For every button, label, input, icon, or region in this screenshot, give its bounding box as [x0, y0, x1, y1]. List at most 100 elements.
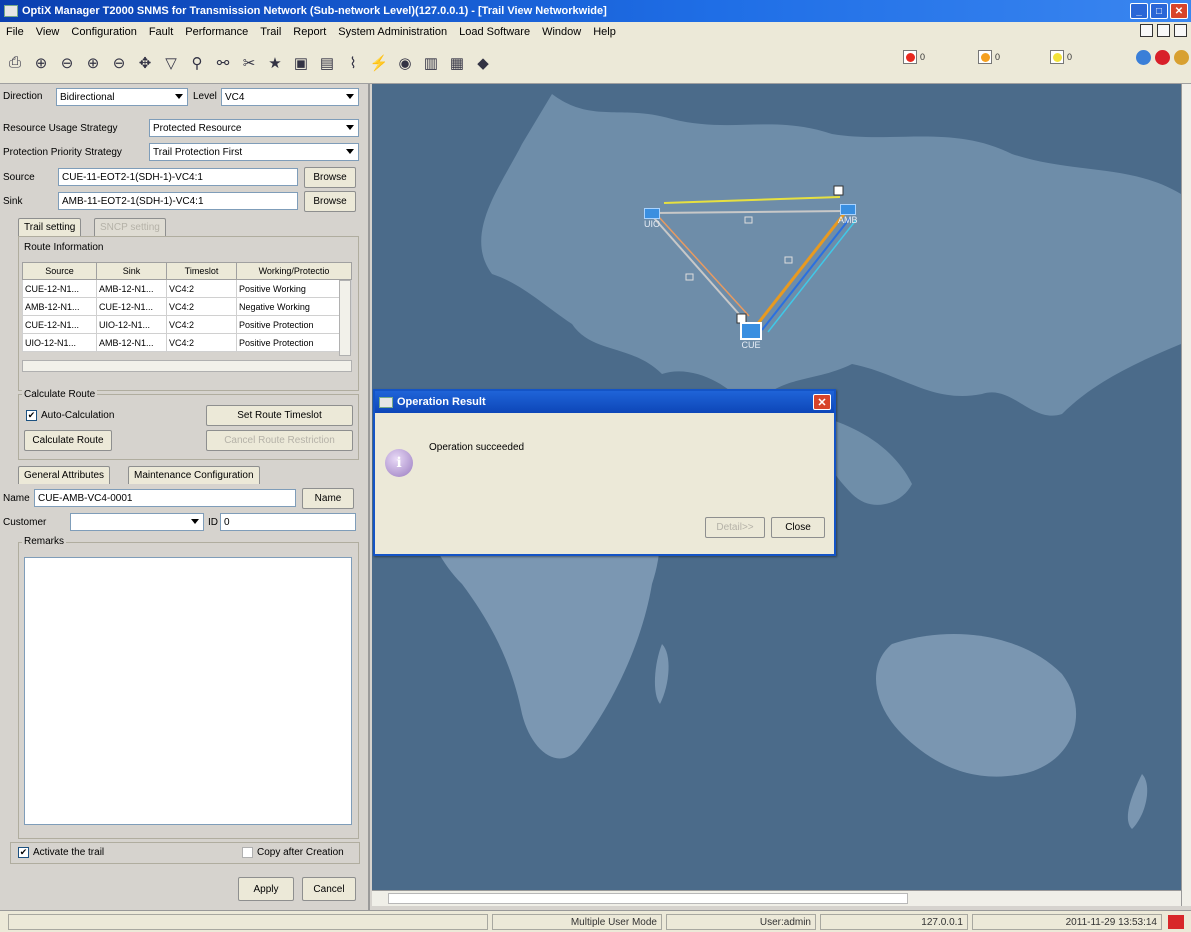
major-alarm-indicator[interactable]: 0	[978, 50, 1000, 64]
find-icon[interactable]: ⚲	[186, 52, 208, 74]
tile-child-icon[interactable]	[1157, 24, 1170, 37]
pan-icon[interactable]: ✥	[134, 52, 156, 74]
col-sink[interactable]: Sink	[96, 262, 167, 280]
sink-label: Sink	[3, 196, 23, 207]
table-row[interactable]: UIO-12-N1... AMB-12-N1... VC4:2 Positive…	[22, 333, 352, 352]
trail-name-field[interactable]: CUE-AMB-VC4-0001	[34, 489, 296, 507]
dialog-close-icon[interactable]: ✕	[813, 394, 831, 410]
help-icon[interactable]	[1136, 50, 1151, 65]
restore-child-icon[interactable]	[1140, 24, 1153, 37]
menu-help[interactable]: Help	[593, 26, 616, 38]
source-field[interactable]: CUE-11-EOT2-1(SDH-1)-VC4:1	[58, 168, 298, 186]
source-browse-button[interactable]: Browse	[304, 167, 356, 188]
stop-icon[interactable]	[1155, 50, 1170, 65]
sink-field[interactable]: AMB-11-EOT2-1(SDH-1)-VC4:1	[58, 192, 298, 210]
cell-working-protection: Positive Protection	[236, 333, 352, 352]
lock-icon[interactable]	[1174, 50, 1189, 65]
trail-icon[interactable]: ⚡	[368, 52, 390, 74]
tab-general-attributes[interactable]: General Attributes	[18, 466, 111, 484]
print-icon[interactable]: ⎙	[4, 52, 26, 74]
menu-report[interactable]: Report	[293, 26, 326, 38]
check-icon: ✔	[26, 410, 37, 421]
source-label: Source	[3, 172, 35, 183]
table-row[interactable]: CUE-12-N1... AMB-12-N1... VC4:2 Positive…	[22, 279, 352, 298]
fiber-icon[interactable]: ⌇	[342, 52, 364, 74]
menu-configuration[interactable]: Configuration	[71, 26, 136, 38]
minor-alarm-indicator[interactable]: 0	[1050, 50, 1072, 64]
route-table: Source Sink Timeslot Working/Protectio C…	[22, 262, 352, 352]
menu-performance[interactable]: Performance	[185, 26, 248, 38]
name-button[interactable]: Name	[302, 488, 354, 509]
menu-fault[interactable]: Fault	[149, 26, 173, 38]
performance-icon[interactable]: ▥	[420, 52, 442, 74]
route-table-hscrollbar[interactable]	[22, 360, 352, 372]
zoom-out-icon[interactable]: ⊖	[56, 52, 78, 74]
log-icon[interactable]: ◆	[472, 52, 494, 74]
dialog-close-button[interactable]: Close	[771, 517, 825, 538]
checkbox-box	[242, 847, 253, 858]
set-route-timeslot-button[interactable]: Set Route Timeslot	[206, 405, 353, 426]
alarm-icon[interactable]: ◉	[394, 52, 416, 74]
tab-trail-setting[interactable]: Trail setting	[18, 218, 82, 236]
menu-window[interactable]: Window	[542, 26, 581, 38]
scroll-thumb[interactable]	[388, 893, 908, 904]
cell-sink: AMB-12-N1...	[96, 333, 167, 352]
table-row[interactable]: CUE-12-N1... UIO-12-N1... VC4:2 Positive…	[22, 315, 352, 334]
menu-trail[interactable]: Trail	[260, 26, 281, 38]
level-select[interactable]: VC4	[221, 88, 359, 106]
filter-icon[interactable]: ▽	[160, 52, 182, 74]
cancel-button[interactable]: Cancel	[302, 877, 356, 901]
activate-trail-label: Activate the trail	[33, 847, 105, 858]
tools-icon[interactable]: ✂	[238, 52, 260, 74]
menu-view[interactable]: View	[36, 26, 60, 38]
menu-load-software[interactable]: Load Software	[459, 26, 530, 38]
close-child-icon[interactable]	[1174, 24, 1187, 37]
remarks-textarea[interactable]	[24, 557, 352, 825]
ne-manager-icon[interactable]: ▤	[316, 52, 338, 74]
menu-file[interactable]: File	[6, 26, 24, 38]
cancel-route-restriction-button[interactable]: Cancel Route Restriction	[206, 430, 353, 451]
close-window-button[interactable]: ✕	[1170, 3, 1188, 19]
col-timeslot[interactable]: Timeslot	[166, 262, 237, 280]
auto-calculation-checkbox[interactable]: ✔ Auto-Calculation	[26, 410, 114, 421]
direction-select[interactable]: Bidirectional	[56, 88, 188, 106]
map-hscrollbar[interactable]	[372, 890, 1181, 906]
major-alarm-dot	[980, 52, 990, 62]
tab-sncp-setting[interactable]: SNCP setting	[94, 218, 166, 236]
dialog-title-bar[interactable]: Operation Result	[375, 391, 834, 413]
topology-icon[interactable]: ★	[264, 52, 286, 74]
report-icon[interactable]: ▦	[446, 52, 468, 74]
menu-system-administration[interactable]: System Administration	[338, 26, 447, 38]
customer-select[interactable]	[70, 513, 204, 531]
node-amb[interactable]: AMB	[838, 204, 858, 225]
map-vscrollbar[interactable]	[1181, 84, 1191, 906]
col-source[interactable]: Source	[22, 262, 97, 280]
table-row[interactable]: AMB-12-N1... CUE-12-N1... VC4:2 Negative…	[22, 297, 352, 316]
level-label: Level	[193, 91, 217, 102]
copy-after-creation-checkbox[interactable]: Copy after Creation	[242, 847, 344, 858]
minimize-button[interactable]: _	[1130, 3, 1148, 19]
activate-trail-checkbox[interactable]: ✔ Activate the trail	[18, 847, 104, 858]
route-table-vscrollbar[interactable]	[339, 280, 351, 356]
zoom-in-icon[interactable]: ⊕	[30, 52, 52, 74]
calculate-route-button[interactable]: Calculate Route	[24, 430, 112, 451]
maximize-button[interactable]: □	[1150, 3, 1168, 19]
detail-button[interactable]: Detail>>	[705, 517, 765, 538]
node-cue[interactable]: CUE	[740, 322, 762, 350]
protection-priority-select[interactable]: Trail Protection First	[149, 143, 359, 161]
node-uio[interactable]: UIO	[644, 208, 660, 229]
critical-alarm-indicator[interactable]: 0	[903, 50, 925, 64]
sink-browse-button[interactable]: Browse	[304, 191, 356, 212]
id-field[interactable]: 0	[220, 513, 356, 531]
link-icon[interactable]: ⚯	[212, 52, 234, 74]
zoom-area-icon[interactable]: ⊕	[82, 52, 104, 74]
zoom-reset-icon[interactable]: ⊖	[108, 52, 130, 74]
cell-sink: AMB-12-N1...	[96, 279, 167, 298]
vendor-logo-icon	[1168, 915, 1184, 929]
ne-icon[interactable]: ▣	[290, 52, 312, 74]
resource-usage-select[interactable]: Protected Resource	[149, 119, 359, 137]
col-working-protection[interactable]: Working/Protectio	[236, 262, 352, 280]
apply-button[interactable]: Apply	[238, 877, 294, 901]
tab-maintenance-configuration[interactable]: Maintenance Configuration	[128, 466, 260, 484]
cell-source: UIO-12-N1...	[22, 333, 97, 352]
